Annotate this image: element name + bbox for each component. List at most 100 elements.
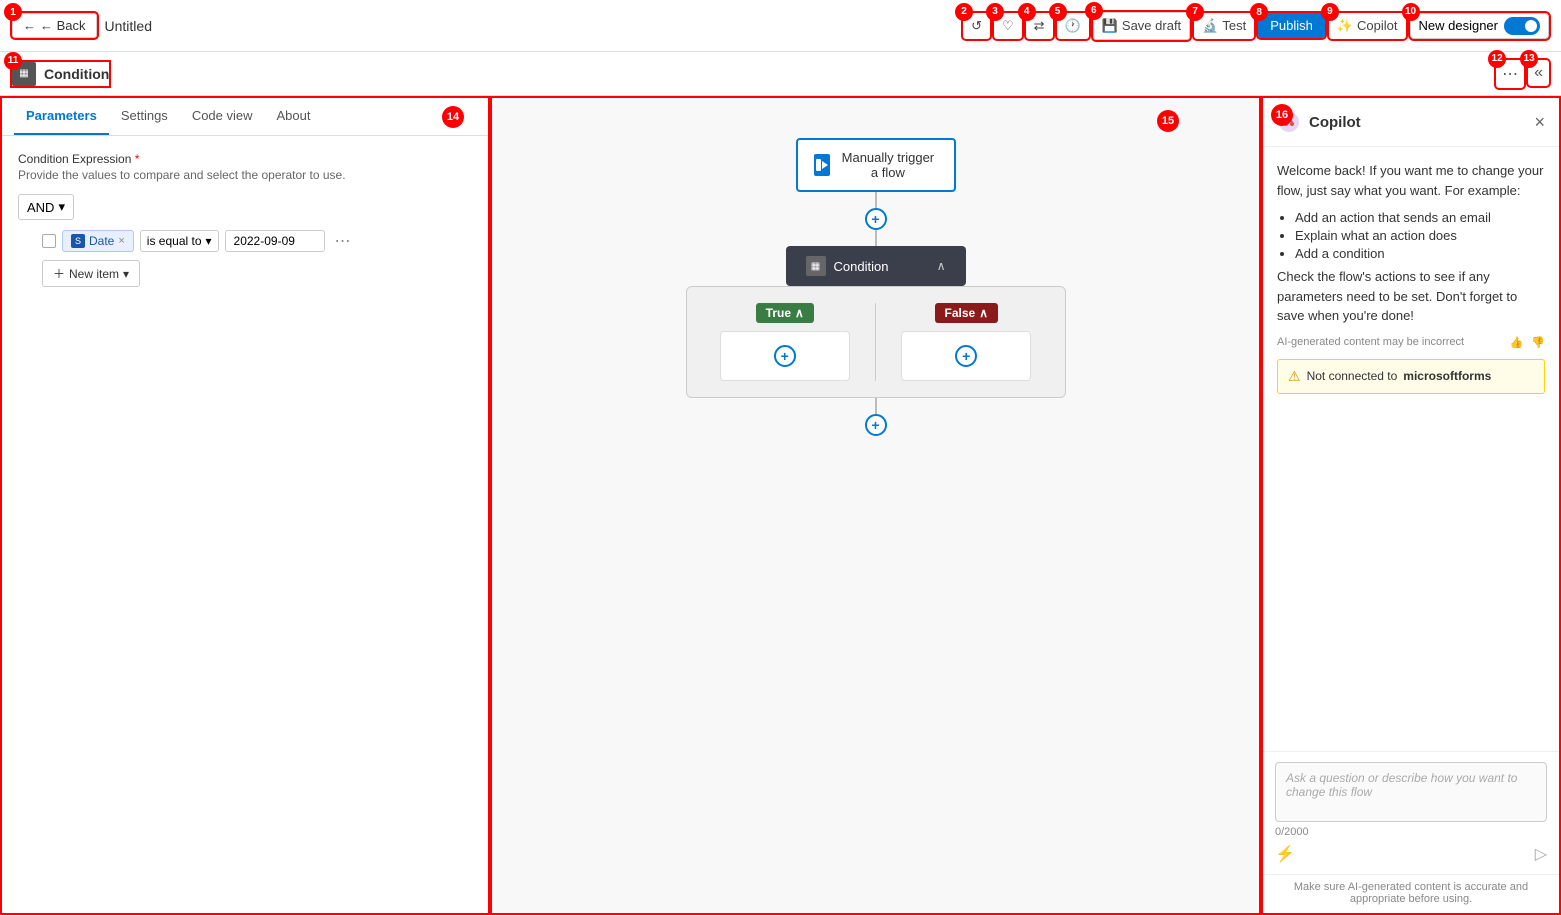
doc-title: Untitled — [105, 18, 956, 34]
copilot-suggestion-2: Explain what an action does — [1295, 228, 1545, 243]
tab-code-view[interactable]: Code view — [180, 98, 265, 135]
chat-actions: ⚡ ▷ — [1275, 844, 1547, 864]
plus-icon: ＋ — [53, 265, 65, 282]
copilot-suggestions-list: Add an action that sends an email Explai… — [1277, 210, 1545, 261]
date-chip-remove[interactable]: × — [118, 235, 124, 247]
condition-expression-label: Condition Expression — [18, 152, 472, 166]
back-button[interactable]: ← ← Back — [12, 13, 97, 38]
not-connected-service: microsoftforms — [1403, 369, 1491, 383]
op-value: is equal to — [147, 234, 202, 248]
condition-collapse-icon[interactable]: ∧ — [937, 259, 946, 273]
branches-container: True ∧ + False — [686, 286, 1066, 398]
and-operator-select[interactable]: AND ▾ — [18, 194, 74, 220]
not-connected-banner: ⚠ Not connected to microsoftforms — [1277, 359, 1545, 394]
publish-button[interactable]: Publish — [1258, 13, 1325, 38]
branches-outer: True ∧ + False — [686, 286, 1066, 398]
condition-more-options[interactable]: ⋯ — [331, 231, 355, 251]
panel-actions: 12 ⋯ 13 « — [1496, 60, 1549, 88]
new-item-button[interactable]: ＋ New item ▾ — [42, 260, 140, 287]
toggle-switch[interactable] — [1504, 17, 1540, 35]
parameters-content: Condition Expression Provide the values … — [2, 136, 488, 303]
badge-1: 1 — [4, 3, 22, 21]
new-designer-label: New designer — [1419, 18, 1499, 33]
copilot-label: Copilot — [1357, 18, 1397, 33]
add-true-step-button[interactable]: + — [774, 345, 796, 367]
ai-notice: AI-generated content may be incorrect 👍 … — [1277, 336, 1545, 349]
send-button[interactable]: ▷ — [1535, 844, 1547, 864]
condition-node-wrapper: ▦ Condition ∧ — [786, 246, 966, 286]
condition-flow-node[interactable]: ▦ Condition ∧ — [786, 246, 966, 286]
add-step-2-button[interactable]: + — [865, 414, 887, 436]
back-arrow-icon: ← — [23, 18, 36, 33]
branch-false: False ∧ + — [884, 303, 1049, 381]
false-label-text: False — [945, 306, 976, 320]
flow-wrapper: Manually trigger a flow + ▦ Condition — [686, 138, 1066, 436]
test-label: Test — [1222, 18, 1246, 33]
branch-false-label: False ∧ — [935, 303, 998, 323]
chat-options-button[interactable]: ⚡ — [1275, 844, 1295, 864]
header: 1 ← ← Back Untitled 2 ↺ 3 ♡ 4 ⇄ 5 🕐 6 — [0, 0, 1561, 52]
branch-true-label: True ∧ — [756, 303, 814, 323]
trigger-node[interactable]: Manually trigger a flow — [796, 138, 956, 192]
line-2 — [875, 230, 877, 246]
tab-about[interactable]: About — [265, 98, 323, 135]
tab-settings[interactable]: Settings — [109, 98, 180, 135]
line-1 — [875, 192, 877, 208]
copilot-body: Welcome back! If you want me to change y… — [1263, 147, 1559, 751]
flow-canvas: Manually trigger a flow + ▦ Condition — [492, 98, 1259, 913]
branch-true-body: + — [720, 331, 850, 381]
panel-title-bar: 11 ▦ Condition 12 ⋯ 13 « — [0, 52, 1561, 96]
copilot-button[interactable]: ✨ Copilot — [1329, 13, 1406, 39]
chat-placeholder-text: Ask a question or describe how you want … — [1286, 771, 1517, 799]
feedback-icons: 👍 👎 — [1510, 336, 1545, 349]
copilot-disclaimer: Make sure AI-generated content is accura… — [1263, 874, 1559, 913]
copilot-footer: Ask a question or describe how you want … — [1263, 751, 1559, 874]
not-connected-text: Not connected to — [1307, 369, 1398, 383]
condition-row: S Date × is equal to ▾ ⋯ — [42, 230, 472, 252]
true-label-text: True — [766, 306, 791, 320]
date-icon: S — [71, 234, 85, 248]
test-button[interactable]: 🔬 Test — [1194, 13, 1254, 39]
operator-select: AND ▾ — [18, 194, 472, 220]
copilot-followup: Check the flow's actions to see if any p… — [1277, 267, 1545, 326]
tab-parameters[interactable]: Parameters — [14, 98, 109, 135]
copilot-close-button[interactable]: × — [1534, 112, 1545, 133]
add-false-step-button[interactable]: + — [955, 345, 977, 367]
branch-divider — [875, 303, 876, 381]
is-equal-to-select[interactable]: is equal to ▾ — [140, 230, 219, 252]
copilot-icon: ✨ — [1337, 18, 1353, 34]
test-icon: 🔬 — [1202, 18, 1218, 34]
condition-node-label: Condition — [834, 259, 889, 274]
date-chip-label: Date — [89, 234, 114, 248]
op-chevron-icon: ▾ — [206, 234, 212, 248]
new-item-chevron-icon: ▾ — [123, 267, 129, 281]
line-3 — [875, 398, 877, 414]
new-designer-toggle[interactable]: New designer — [1410, 13, 1550, 39]
copilot-suggestion-3: Add a condition — [1295, 246, 1545, 261]
add-step-1-button[interactable]: + — [865, 208, 887, 230]
char-count: 0/2000 — [1275, 826, 1547, 838]
trigger-node-wrapper: Manually trigger a flow — [796, 138, 956, 192]
thumbs-up-icon[interactable]: 👍 — [1510, 336, 1524, 349]
chevron-down-icon: ▾ — [58, 199, 65, 215]
trigger-icon — [814, 154, 831, 176]
operator-value: AND — [27, 200, 54, 215]
tabs-bar: Parameters Settings Code view About — [2, 98, 488, 136]
save-draft-button[interactable]: 💾 Save draft — [1093, 12, 1190, 40]
condition-node-icon: ▦ — [806, 256, 826, 276]
condition-checkbox[interactable] — [42, 234, 56, 248]
condition-value-input[interactable] — [225, 230, 325, 252]
thumbs-down-icon[interactable]: 👎 — [1531, 336, 1545, 349]
copilot-suggestion-1: Add an action that sends an email — [1295, 210, 1545, 225]
true-chevron-icon: ∧ — [795, 306, 804, 320]
branch-true: True ∧ + — [703, 303, 868, 381]
ai-notice-text: AI-generated content may be incorrect — [1277, 336, 1464, 348]
copilot-panel: 16 Copilot × Welcome back! If you want m… — [1261, 96, 1561, 915]
connector-2: + — [865, 398, 887, 436]
main-layout: 14 Parameters Settings Code view About C… — [0, 96, 1561, 915]
toolbar-group: 2 ↺ 3 ♡ 4 ⇄ 5 🕐 6 💾 Save draft 7 — [963, 12, 1549, 40]
save-draft-label: Save draft — [1122, 18, 1181, 33]
branches: True ∧ + False — [686, 286, 1066, 398]
condition-expression-desc: Provide the values to compare and select… — [18, 168, 472, 182]
trigger-label: Manually trigger a flow — [838, 150, 937, 180]
